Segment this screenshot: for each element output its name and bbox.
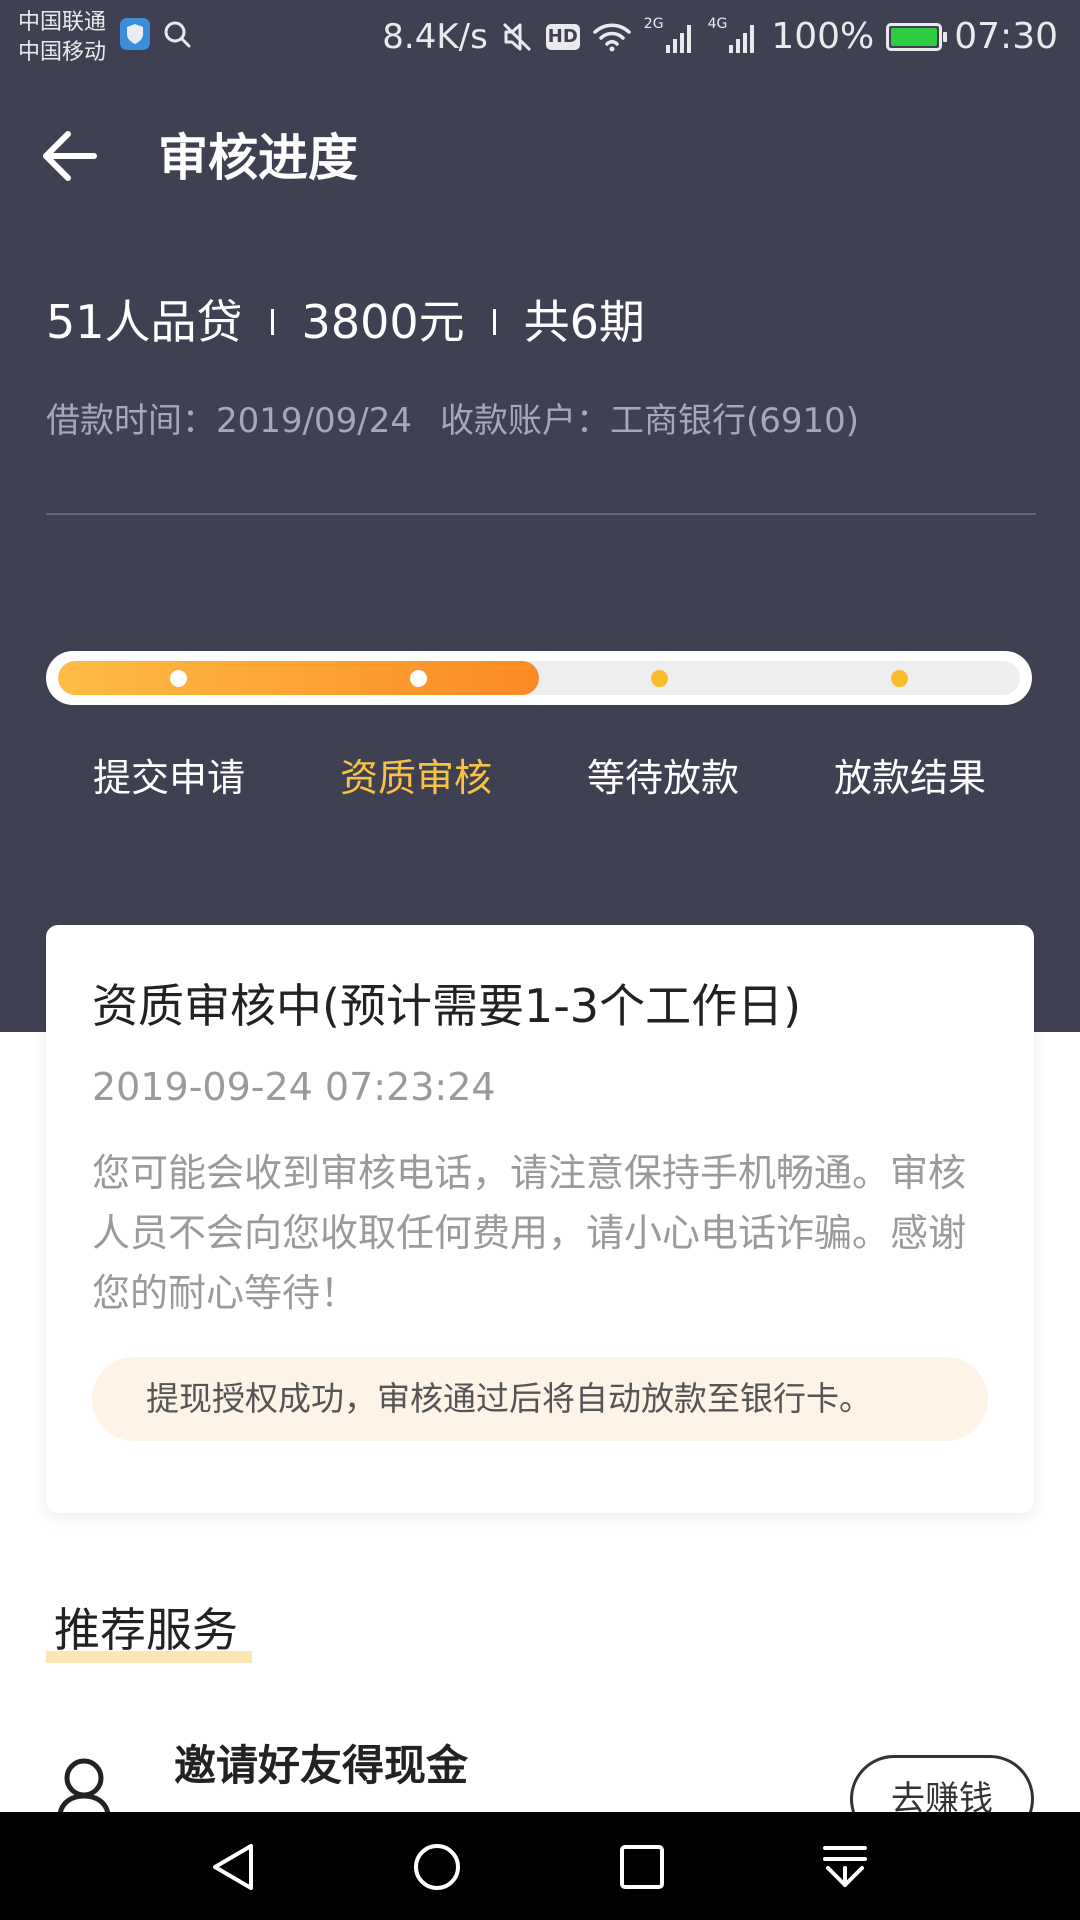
net-speed: 8.4K/s (382, 16, 488, 57)
divider (46, 513, 1036, 515)
battery-icon (886, 22, 948, 51)
signal-icon (665, 24, 691, 53)
review-status-card: 资质审核中(预计需要1-3个工作日) 2019-09-24 07:23:24 您… (46, 925, 1034, 1513)
summary-separator (492, 309, 496, 335)
step-label-review: 资质审核 (339, 756, 492, 800)
back-triangle-icon[interactable] (209, 1842, 259, 1892)
status-right: 8.4K/s HD 2G 4G 100% 07:30 (382, 16, 1058, 57)
hd-badge: HD (545, 23, 580, 50)
carrier-2: 中国移动 (18, 40, 107, 65)
signal-2-label: 4G (707, 16, 728, 32)
user-icon (57, 1758, 111, 1814)
loan-product: 51人品贷 (46, 295, 243, 349)
review-description: 您可能会收到审核电话，请注意保持手机畅通。审核人员不会向您收取任何费用，请小心电… (92, 1151, 967, 1315)
home-circle-icon[interactable] (412, 1842, 462, 1892)
summary-separator (270, 309, 274, 335)
page-title: 审核进度 (158, 129, 358, 187)
step-dot (170, 670, 187, 687)
step-dot (651, 670, 668, 687)
loan-periods: 共6期 (523, 295, 645, 349)
loan-info: 借款时间：2019/09/24 收款账户：工商银行(6910) (46, 396, 859, 446)
search-icon (164, 21, 191, 48)
review-time: 2019-09-24 07:23:24 (92, 1065, 496, 1109)
step-label-submit: 提交申请 (92, 756, 245, 800)
signal-1-label: 2G (643, 16, 664, 32)
loan-summary: 51人品贷 3800元 共6期 (46, 290, 645, 354)
step-dot (410, 670, 427, 687)
step-label-result: 放款结果 (833, 756, 986, 800)
step-label-waiting: 等待放款 (586, 756, 739, 800)
carrier-info: 中国联通 中国移动 (18, 8, 106, 68)
withdraw-notice: 提现授权成功，审核通过后将自动放款至银行卡。 (92, 1357, 988, 1441)
progress-fill (58, 661, 539, 695)
system-nav-bar (0, 1812, 1080, 1920)
progress-track (58, 661, 1020, 695)
receiving-account: 收款账户：工商银行(6910) (439, 401, 860, 441)
progress-bar (46, 651, 1032, 705)
carrier-1: 中国联通 (18, 10, 107, 35)
wifi-icon (593, 23, 631, 51)
step-dot (891, 670, 908, 687)
shield-icon (120, 18, 150, 50)
screen: 中国联通 中国移动 8.4K/s HD 2G 4G 100% 07:30 审核进… (0, 0, 1080, 1920)
status-bar: 中国联通 中国移动 8.4K/s HD 2G 4G 100% 07:30 (0, 0, 1080, 76)
section-title: 推荐服务 (54, 1603, 238, 1657)
service-name-invite[interactable]: 邀请好友得现金 (174, 1736, 468, 1796)
notification-pull-icon[interactable] (820, 1842, 870, 1892)
battery-percent: 100% (771, 16, 875, 57)
mute-icon (502, 22, 531, 51)
arrow-left-icon[interactable] (40, 126, 100, 186)
signal-icon (729, 24, 755, 53)
review-title: 资质审核中(预计需要1-3个工作日) (92, 979, 802, 1033)
loan-amount: 3800元 (301, 295, 465, 349)
recents-square-icon[interactable] (617, 1842, 667, 1892)
status-left-icons (120, 18, 192, 50)
borrow-time: 借款时间：2019/09/24 (46, 401, 412, 441)
clock: 07:30 (954, 16, 1058, 57)
